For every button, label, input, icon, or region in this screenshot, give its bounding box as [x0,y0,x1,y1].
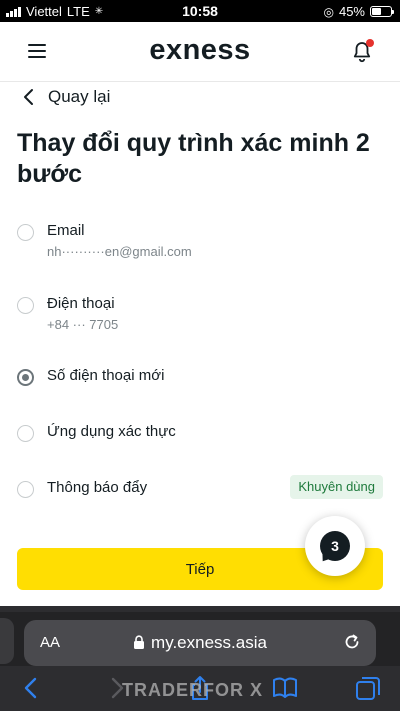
radio-phone[interactable] [17,297,34,314]
address-bar[interactable]: AA my.exness.asia [24,620,376,666]
chat-button[interactable]: 3 [305,516,365,576]
page-title: Thay đổi quy trình xác minh 2 bước [17,129,370,188]
previous-tab[interactable] [0,618,14,664]
option-phone-label: Điện thoại [47,295,115,312]
chat-count-badge: 3 [320,531,350,561]
bookmarks-icon[interactable] [271,674,299,702]
battery-percent: 45% [338,4,365,19]
battery-icon [370,6,394,17]
option-phone-detail: +84 ··· 7705 [47,317,119,332]
back-arrow-icon[interactable] [18,674,46,702]
app-header: exness [0,22,400,82]
lock-icon [134,635,145,649]
option-email-label: Email [47,222,85,239]
back-link[interactable]: Quay lại [22,86,110,108]
notification-dot [366,39,374,47]
tab-strip: AA my.exness.asia [0,612,400,666]
radio-authenticator-app[interactable] [17,425,34,442]
rotation-lock-icon: ◎ [323,4,334,19]
option-new-phone-label: Số điện thoại mới [47,367,165,384]
radio-email[interactable] [17,224,34,241]
chevron-left-icon [24,89,33,105]
exness-logo[interactable]: exness [0,34,400,67]
url-display[interactable]: my.exness.asia [24,633,376,653]
back-label: Quay lại [48,87,111,106]
reload-icon[interactable] [342,632,362,652]
url-text: my.exness.asia [151,633,267,652]
option-email-detail: nh··········en@gmail.com [47,244,192,259]
radio-push-notification[interactable] [17,481,34,498]
tabs-icon[interactable] [354,674,382,702]
notification-bell-button[interactable] [350,39,374,64]
recommended-badge: Khuyên dùng [290,475,383,499]
status-bar: Viettel LTE ✳ 10:58 ◎ 45% [0,0,400,22]
watermark: TRADERFOR X [122,680,263,700]
radio-new-phone[interactable] [17,369,34,386]
option-authenticator-app-label: Ứng dụng xác thực [47,423,176,440]
option-push-notification-label: Thông báo đẩy [47,479,148,496]
